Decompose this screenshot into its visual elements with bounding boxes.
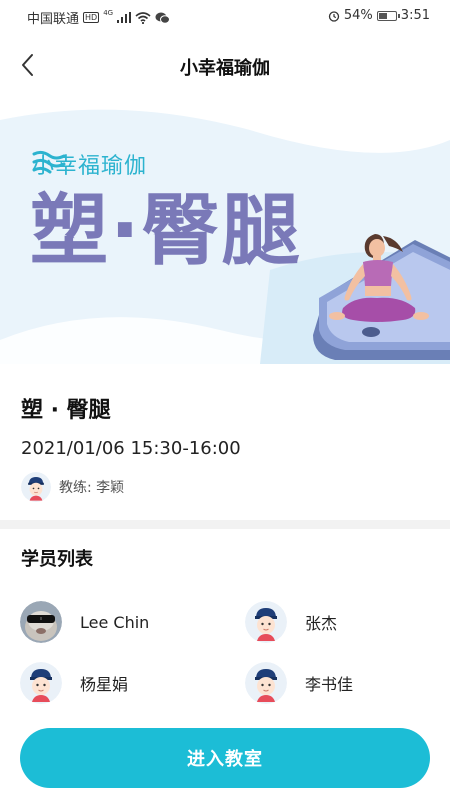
brand-logo: 小幸福瑜伽 [32, 148, 147, 180]
status-left: 中国联通 HD 4G [27, 8, 171, 27]
enter-classroom-button[interactable]: 进入教室 [20, 728, 430, 788]
wifi-icon [135, 11, 151, 24]
signal-icon [117, 12, 132, 23]
page-title: 小幸福瑜伽 [180, 58, 270, 79]
student-list-title: 学员列表 [21, 549, 93, 570]
coach-name: 教练: 李颖 [59, 480, 125, 496]
status-bar: 中国联通 HD 4G 54% 3:51 [0, 0, 450, 32]
default-avatar [245, 601, 287, 643]
coach-avatar [21, 472, 51, 502]
student-item[interactable]: 杨星娟 [20, 662, 128, 704]
clock-time: 3:51 [400, 8, 430, 23]
course-time: 2021/01/06 15:30-16:00 [21, 438, 241, 459]
coach-row: 教练: 李颖 [21, 472, 124, 502]
battery-percent: 54% [343, 8, 373, 23]
course-title: 塑 · 臀腿 [21, 398, 111, 423]
student-item[interactable]: Lee Chin [20, 601, 149, 643]
status-right: 54% 3:51 [328, 8, 430, 23]
battery-icon [376, 10, 400, 21]
default-avatar [245, 662, 287, 704]
section-divider [0, 520, 450, 529]
hd-badge: HD [83, 12, 100, 23]
course-banner: 小幸福瑜伽 塑·臀腿 [0, 100, 450, 364]
carrier-label: 中国联通 [27, 12, 80, 27]
wave-logo-icon [32, 150, 66, 174]
network-type: 4G [103, 8, 114, 17]
student-item[interactable]: 张杰 [245, 601, 337, 643]
nav-bar: 小幸福瑜伽 [0, 32, 450, 100]
default-avatar [20, 662, 62, 704]
wechat-icon [155, 12, 171, 24]
student-item[interactable]: 李书佳 [245, 662, 353, 704]
banner-title: 塑·臀腿 [30, 186, 302, 276]
alarm-icon [328, 10, 340, 22]
photo-avatar [20, 601, 62, 643]
yoga-illustration [313, 234, 450, 360]
student-name: 张杰 [305, 614, 338, 633]
student-name: 杨星娟 [80, 675, 129, 694]
student-name: Lee Chin [80, 612, 150, 632]
student-name: 李书佳 [305, 675, 354, 694]
